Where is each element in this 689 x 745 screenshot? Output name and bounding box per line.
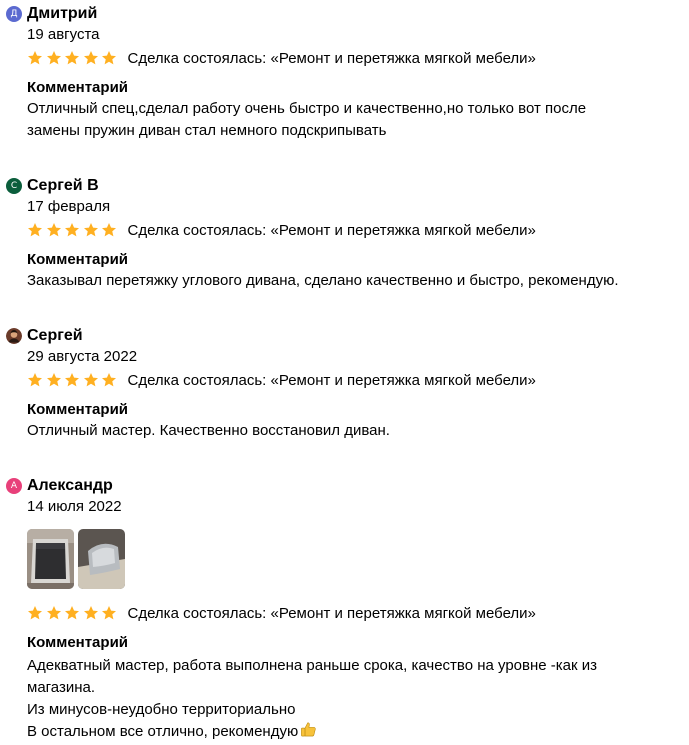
star-icon	[65, 51, 79, 65]
review-author[interactable]: Д Дмитрий	[6, 5, 97, 23]
comment-text: Адекватный мастер, работа выполнена рань…	[27, 655, 677, 743]
review-photo[interactable]	[27, 529, 74, 589]
star-icon	[46, 223, 61, 237]
comment-title: Комментарий	[27, 634, 129, 651]
review-meta: Сделка состоялась: «Ремонт и перетяжка м…	[27, 48, 536, 68]
review-photos	[27, 529, 125, 589]
avatar[interactable]	[6, 328, 22, 344]
review-date: 17 февраля	[27, 198, 111, 215]
comment-line: Адекватный мастер, работа выполнена рань…	[27, 657, 597, 674]
deal-info: Сделка состоялась: «Ремонт и перетяжка м…	[127, 49, 536, 67]
comment-line: Отличный спец,сделал работу очень быстро…	[27, 100, 587, 117]
comment-line: Заказывал перетяжку углового дивана, сде…	[27, 272, 619, 289]
star-icon	[102, 373, 116, 387]
rating-stars	[27, 50, 120, 66]
review-photo[interactable]	[78, 529, 125, 589]
review-meta: Сделка состоялась: «Ремонт и перетяжка м…	[27, 220, 536, 240]
star-icon	[102, 606, 116, 620]
comment-title: Комментарий	[27, 401, 129, 418]
comment-text: Отличный мастер. Качественно восстановил…	[27, 420, 677, 442]
comment-title: Комментарий	[27, 79, 129, 96]
star-icon	[102, 223, 116, 237]
comment-line: Отличный мастер. Качественно восстановил…	[27, 422, 390, 439]
rating-stars	[27, 222, 120, 238]
review-author[interactable]: Сергей	[6, 327, 83, 345]
deal-info: Сделка состоялась: «Ремонт и перетяжка м…	[127, 604, 536, 622]
author-name[interactable]: Дмитрий	[27, 5, 97, 23]
review-author[interactable]: А Александр	[6, 477, 113, 495]
review-meta: Сделка состоялась: «Ремонт и перетяжка м…	[27, 603, 536, 623]
author-name[interactable]: Сергей В	[27, 177, 99, 195]
photo-chair-back-image	[27, 529, 74, 589]
author-name[interactable]: Александр	[27, 477, 113, 495]
review-date: 29 августа 2022	[27, 348, 138, 365]
comment-text: Отличный спец,сделал работу очень быстро…	[27, 98, 677, 142]
star-icon	[28, 606, 42, 620]
avatar[interactable]: А	[6, 478, 22, 494]
comment-line: Из минусов-неудобно территориально	[27, 701, 296, 718]
comment-line: В остальном все отлично, рекомендую	[27, 723, 299, 740]
star-icon	[46, 606, 61, 620]
review-meta: Сделка состоялась: «Ремонт и перетяжка м…	[27, 370, 536, 390]
review-author[interactable]: С Сергей В	[6, 177, 99, 195]
photo-sofa-image	[78, 529, 125, 589]
rating-stars	[27, 605, 120, 621]
star-icon	[83, 51, 98, 65]
star-icon	[83, 223, 98, 237]
star-icon	[28, 373, 42, 387]
comment-line-last: В остальном все отлично, рекомендую	[27, 721, 677, 743]
star-icon	[28, 223, 42, 237]
star-icon	[83, 606, 98, 620]
star-icon	[46, 51, 61, 65]
comment-line: магазина.	[27, 679, 96, 696]
deal-info: Сделка состоялась: «Ремонт и перетяжка м…	[127, 221, 536, 239]
star-icon	[83, 373, 98, 387]
star-icon	[102, 51, 116, 65]
star-icon	[28, 51, 42, 65]
avatar[interactable]: С	[6, 178, 22, 194]
star-icon	[65, 606, 79, 620]
star-icon	[65, 223, 79, 237]
comment-text: Заказывал перетяжку углового дивана, сде…	[27, 270, 677, 292]
star-icon	[65, 373, 79, 387]
review-date: 14 июля 2022	[27, 498, 122, 515]
star-icon	[46, 373, 61, 387]
review-date: 19 августа	[27, 26, 100, 43]
author-name[interactable]: Сергей	[27, 327, 83, 345]
avatar[interactable]: Д	[6, 6, 22, 22]
comment-title: Комментарий	[27, 251, 129, 268]
rating-stars	[27, 372, 120, 388]
thumbs-up-icon	[301, 722, 316, 737]
comment-line: замены пружин диван стал немного подскри…	[27, 122, 387, 139]
deal-info: Сделка состоялась: «Ремонт и перетяжка м…	[127, 371, 536, 389]
